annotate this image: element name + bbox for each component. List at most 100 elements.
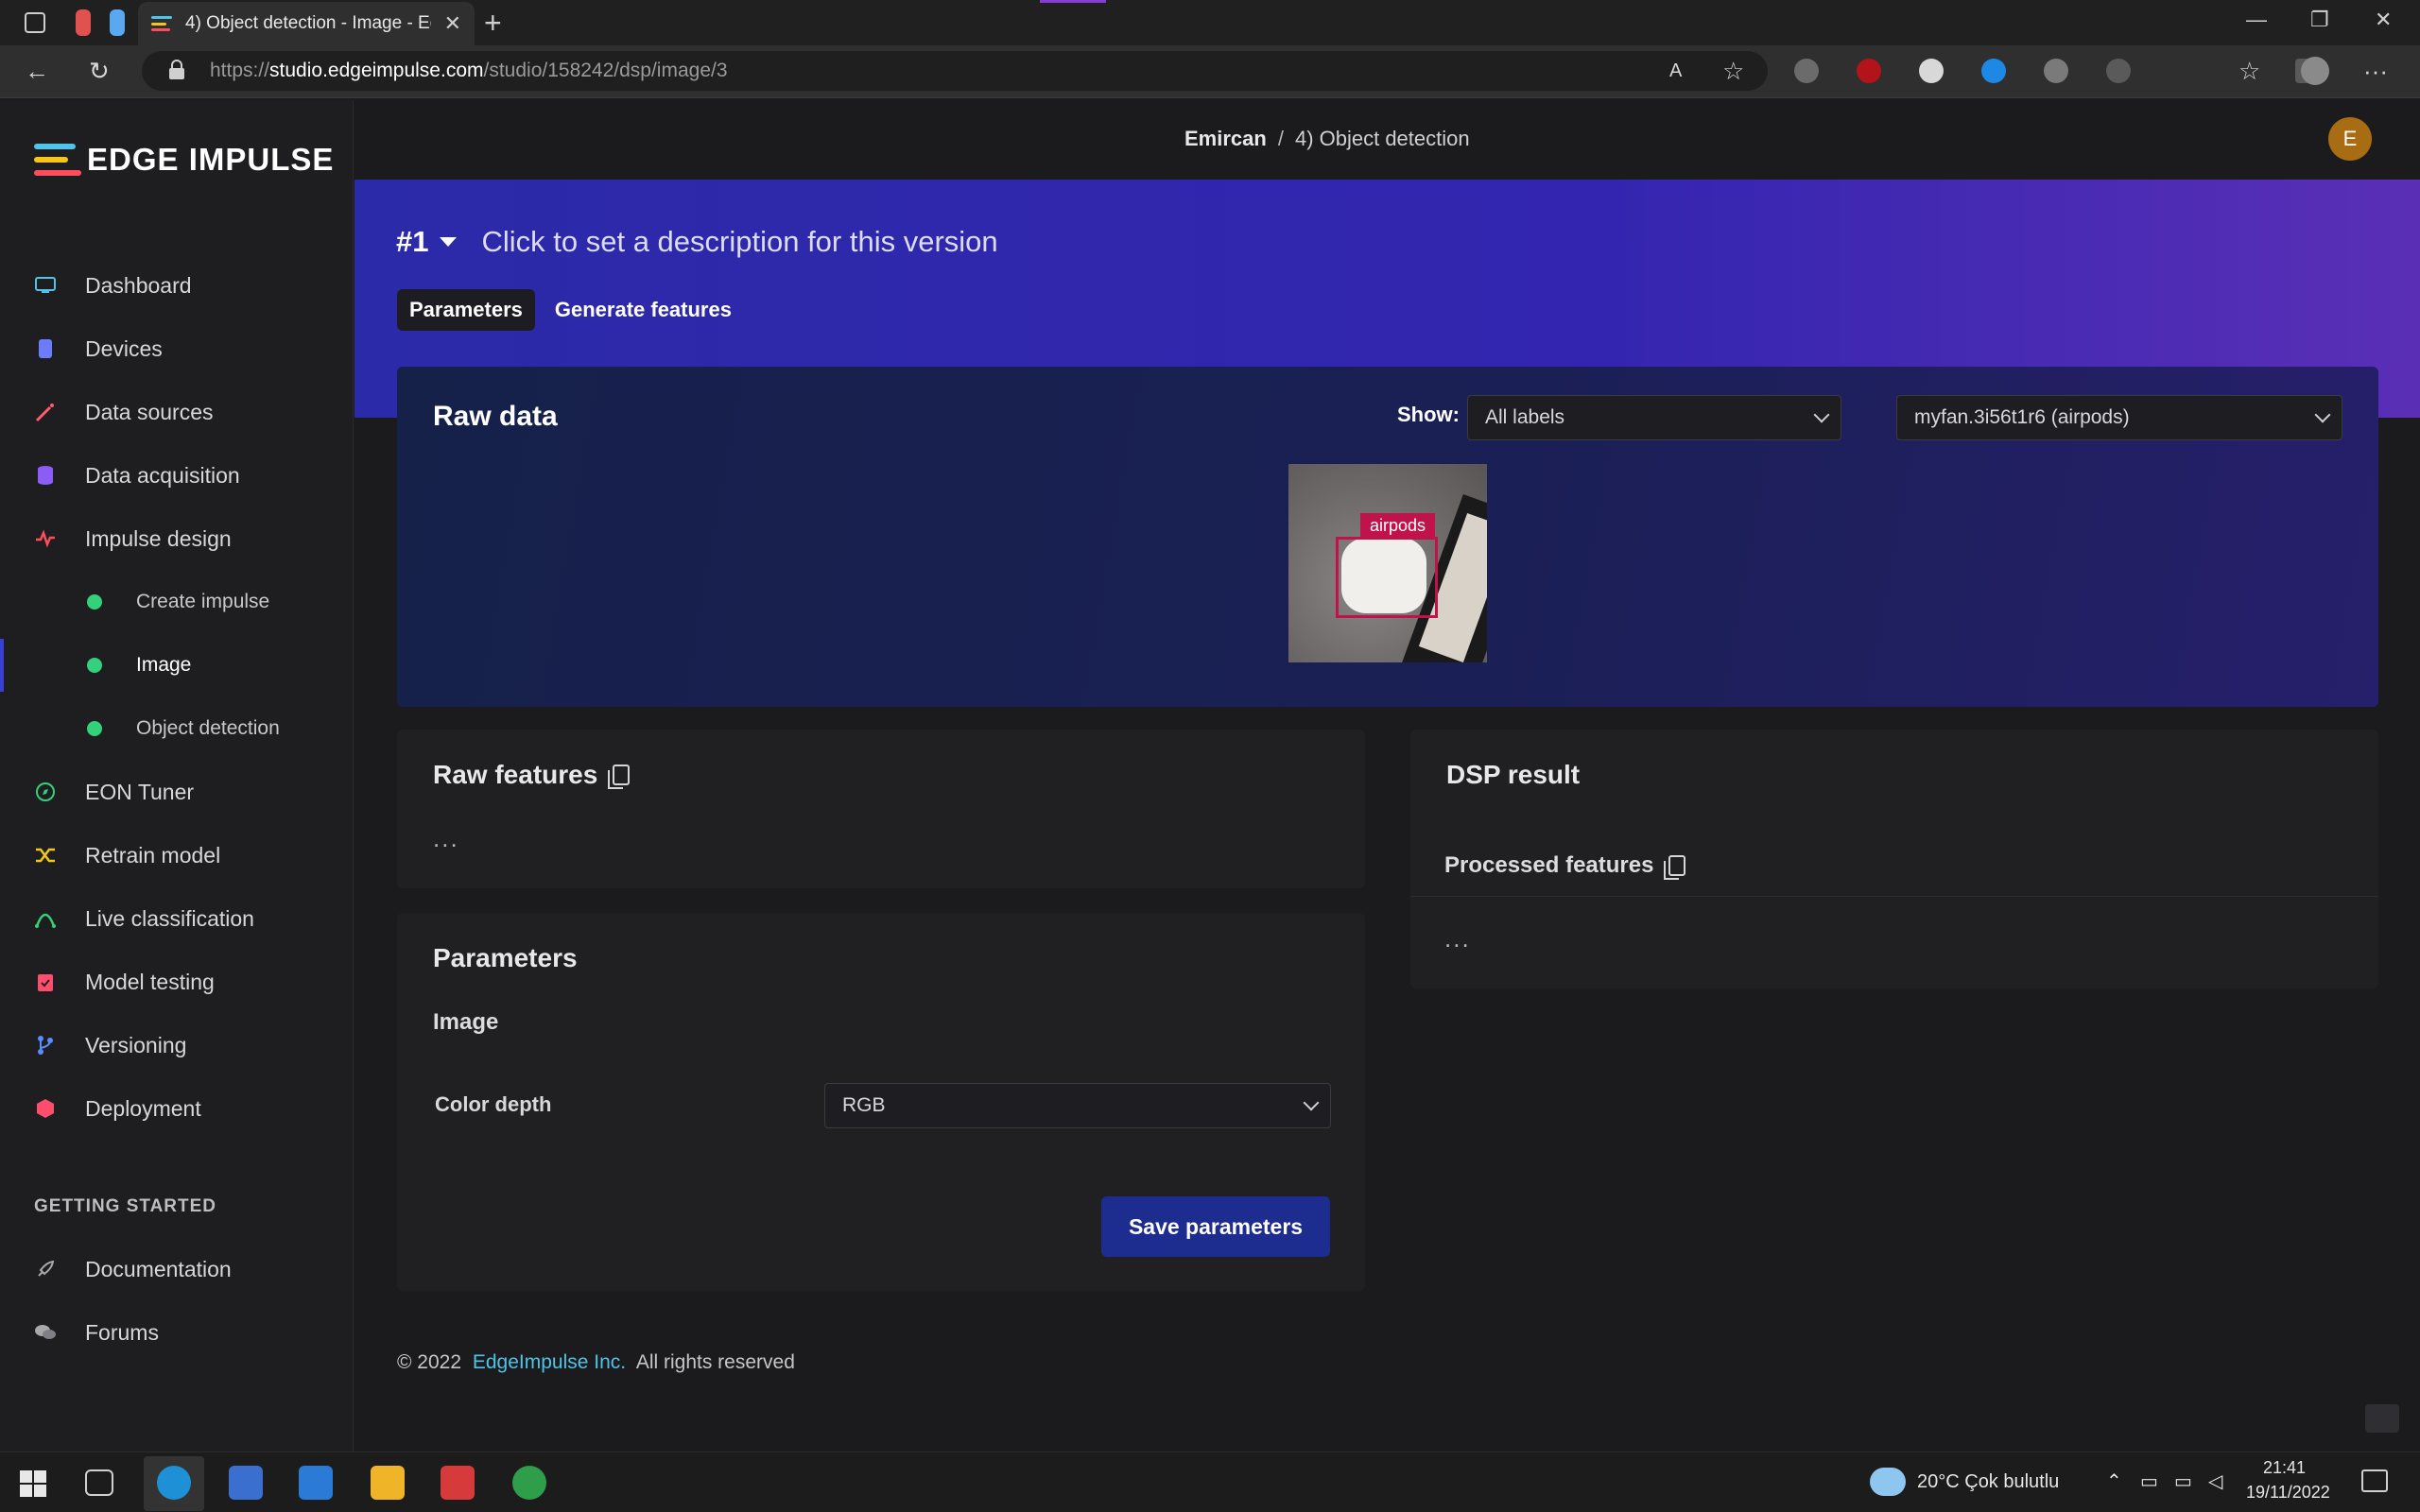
sample-select[interactable]: myfan.3i56t1r6 (airpods) — [1896, 395, 2342, 440]
sidebar-item-label: Data sources — [85, 399, 214, 424]
dsp-tabs: Parameters Generate features — [397, 289, 752, 331]
sidebar-item-forums[interactable]: Forums — [0, 1306, 354, 1359]
edge-browser-icon[interactable] — [157, 1466, 191, 1500]
extension-ublock-icon[interactable] — [1857, 59, 1881, 83]
sidebar-toggle-icon[interactable] — [25, 12, 45, 33]
sidebar-subitem-create-impulse[interactable]: Create impulse — [0, 576, 354, 628]
weather-cloud-icon[interactable] — [1870, 1468, 1906, 1496]
tab-parameters[interactable]: Parameters — [397, 289, 535, 331]
footer-company-link[interactable]: EdgeImpulse Inc. — [473, 1351, 626, 1373]
processed-features-value: ... — [1444, 924, 1471, 953]
breadcrumb-user[interactable]: Emircan — [1184, 127, 1267, 150]
windows-start-icon[interactable] — [19, 1469, 47, 1498]
address-bar[interactable]: https://studio.edgeimpulse.com/studio/15… — [142, 51, 1768, 91]
sidebar-subitem-label: Image — [136, 654, 192, 676]
extension-globe-icon[interactable] — [1919, 59, 1944, 83]
discord-icon[interactable] — [441, 1466, 475, 1500]
sidebar-item-documentation[interactable]: Documentation — [0, 1243, 354, 1296]
clock-time[interactable]: 21:41 — [2263, 1458, 2306, 1478]
logo-text: EDGE IMPULSE — [87, 142, 335, 177]
edge-impulse-logo[interactable]: EDGE IMPULSE — [34, 142, 334, 178]
avatar[interactable]: E — [2328, 117, 2372, 161]
microsoft-store-icon[interactable] — [229, 1466, 263, 1500]
sidebar-item-deployment[interactable]: Deployment — [0, 1082, 354, 1135]
profile-avatar-icon[interactable] — [2301, 57, 2329, 85]
pinned-tab-blue-icon[interactable] — [110, 9, 125, 36]
back-button[interactable]: ← — [25, 57, 49, 85]
settings-menu-button[interactable]: ··· — [2363, 57, 2388, 85]
new-tab-button[interactable]: + — [484, 4, 502, 42]
sidebar-item-devices[interactable]: Devices — [0, 322, 354, 375]
compass-icon — [34, 781, 57, 803]
processed-features-title: Processed features — [1444, 852, 1654, 878]
caret-down-icon — [440, 237, 458, 247]
add-favorite-icon[interactable]: ☆ — [1722, 57, 1744, 85]
version-description[interactable]: Click to set a description for this vers… — [481, 225, 997, 259]
maximize-button[interactable]: ❐ — [2310, 8, 2329, 32]
feedback-icon[interactable] — [2365, 1404, 2399, 1433]
extension-shazam-icon[interactable] — [1981, 59, 2006, 83]
tray-chevron-icon[interactable]: ⌃ — [2106, 1469, 2122, 1493]
version-selector[interactable]: #1 Click to set a description for this v… — [396, 225, 998, 259]
raw-features-value: ... — [433, 824, 459, 852]
sidebar-item-live-classification[interactable]: Live classification — [0, 892, 354, 945]
chrome-icon[interactable] — [512, 1466, 546, 1500]
window-close-button[interactable]: ✕ — [2375, 8, 2392, 32]
task-view-icon[interactable] — [85, 1469, 113, 1496]
minimize-button[interactable]: — — [2246, 8, 2267, 32]
network-icon[interactable]: ▭ — [2140, 1469, 2158, 1493]
sidebar-item-data-acquisition[interactable]: Data acquisition — [0, 449, 354, 502]
reload-button[interactable]: ↻ — [89, 57, 110, 85]
notifications-icon[interactable] — [2361, 1469, 2388, 1492]
sidebar-item-label: Devices — [85, 335, 163, 361]
sidebar-item-eon-tuner[interactable]: EON Tuner — [0, 765, 354, 818]
sidebar-subitem-image[interactable]: Image — [0, 639, 354, 692]
footer: © 2022 EdgeImpulse Inc. All rights reser… — [397, 1351, 795, 1374]
raw-features-card: Raw features ... — [397, 730, 1365, 888]
copy-icon[interactable] — [1664, 855, 1686, 880]
bounding-box — [1336, 537, 1438, 618]
extension-glasses-icon[interactable] — [1794, 59, 1819, 83]
sidebar-item-retrain-model[interactable]: Retrain model — [0, 829, 354, 882]
extensions-puzzle-icon[interactable] — [2106, 59, 2131, 83]
sidebar-item-label: Model testing — [85, 969, 215, 994]
dsp-result-card: DSP result Processed features ... — [1410, 730, 2378, 988]
database-icon — [34, 464, 57, 487]
color-depth-select[interactable]: RGB — [824, 1083, 1331, 1128]
divider — [1410, 896, 2378, 897]
pinned-tab-red-icon[interactable] — [76, 9, 91, 36]
shuffle-icon — [34, 844, 57, 867]
breadcrumb-project[interactable]: 4) Object detection — [1295, 127, 1470, 150]
sidebar-item-dashboard[interactable]: Dashboard — [0, 259, 354, 312]
raw-data-card: Raw data Show: All labels myfan.3i56t1r6… — [397, 367, 2378, 707]
footer-rights: All rights reserved — [635, 1351, 795, 1373]
favorites-icon[interactable]: ☆ — [2238, 57, 2260, 85]
label-filter-select[interactable]: All labels — [1467, 395, 1841, 440]
sidebar-item-impulse-design[interactable]: Impulse design — [0, 512, 354, 565]
sidebar-item-data-sources[interactable]: Data sources — [0, 386, 354, 438]
bounding-box-label: airpods — [1360, 513, 1436, 538]
extension-feather-icon[interactable] — [2044, 59, 2068, 83]
read-aloud-icon[interactable]: A — [1669, 57, 1682, 85]
curve-icon — [34, 907, 57, 930]
file-explorer-icon[interactable] — [371, 1466, 405, 1500]
windows-taskbar: 20°C Çok bulutlu ⌃ ▭ ▭ ◁ 21:41 19/11/202… — [0, 1452, 2420, 1512]
save-parameters-button[interactable]: Save parameters — [1101, 1196, 1330, 1257]
breadcrumb: Emircan / 4) Object detection — [1184, 127, 1470, 151]
sidebar-subitem-object-detection[interactable]: Object detection — [0, 702, 354, 755]
clock-date[interactable]: 19/11/2022 — [2246, 1483, 2330, 1503]
sidebar-item-label: Forums — [85, 1319, 159, 1345]
volume-icon[interactable]: ◁ — [2208, 1469, 2222, 1493]
sidebar-item-label: EON Tuner — [85, 779, 195, 804]
battery-icon[interactable]: ▭ — [2174, 1469, 2192, 1493]
mail-icon[interactable] — [299, 1466, 333, 1500]
sidebar-item-model-testing[interactable]: Model testing — [0, 955, 354, 1008]
tab-generate-features[interactable]: Generate features — [543, 289, 744, 331]
breadcrumb-separator: / — [1277, 127, 1284, 150]
sidebar-item-versioning[interactable]: Versioning — [0, 1019, 354, 1072]
active-tab[interactable]: 4) Object detection - Image - Edge Impul… — [138, 2, 475, 45]
tab-close-icon[interactable]: ✕ — [444, 11, 461, 36]
sidebar-subitem-label: Create impulse — [136, 591, 270, 612]
weather-text[interactable]: 20°C Çok bulutlu — [1917, 1471, 2059, 1493]
copy-icon[interactable] — [608, 765, 631, 789]
